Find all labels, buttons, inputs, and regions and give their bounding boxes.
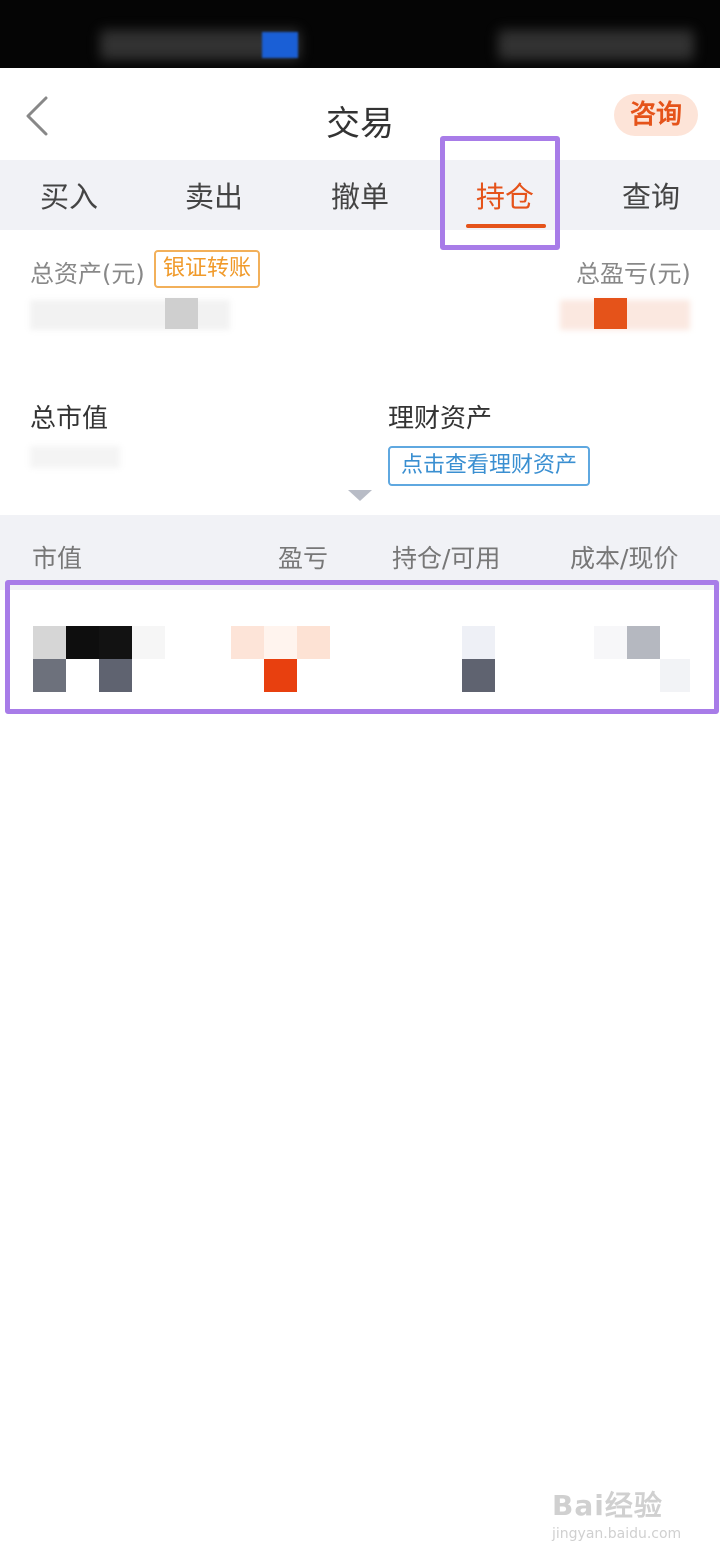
- market-value-obscured: [30, 446, 120, 468]
- total-pnl-value-pixel: [594, 298, 627, 329]
- row-pixel: [66, 626, 99, 659]
- row-pixel: [462, 626, 495, 659]
- row-pixel: [462, 659, 495, 692]
- column-market-value: 市值: [32, 544, 83, 573]
- row-pixel: [627, 626, 660, 659]
- expand-triangle-icon[interactable]: [348, 490, 372, 501]
- active-tab-indicator: [466, 224, 546, 228]
- total-assets-value-obscured: [30, 300, 230, 330]
- total-pnl-label: 总盈亏(元): [576, 260, 691, 288]
- tab-query[interactable]: 查询: [591, 174, 711, 216]
- positions-table-header: 市值 盈亏 持仓/可用 成本/现价: [0, 515, 720, 590]
- page-title: 交易: [326, 104, 394, 144]
- app-header: 交易 咨询: [0, 68, 720, 160]
- table-row[interactable]: [0, 590, 720, 708]
- row-pixel: [33, 626, 66, 659]
- market-value-label: 总市值: [30, 404, 109, 434]
- row-pixel: [264, 626, 297, 659]
- total-assets-value-pixel: [165, 298, 198, 329]
- tab-buy[interactable]: 买入: [9, 174, 129, 216]
- total-assets-label: 总资产(元): [30, 260, 145, 288]
- watermark-url: jingyan.baidu.com: [552, 1526, 682, 1542]
- watermark-logo: Bai经验: [552, 1489, 663, 1522]
- status-icons-right: [498, 30, 694, 60]
- bank-transfer-button[interactable]: 银证转账: [154, 250, 260, 288]
- row-pixel: [264, 659, 297, 692]
- tab-cancel[interactable]: 撤单: [300, 174, 420, 216]
- wealth-assets-label: 理财资产: [388, 404, 493, 434]
- column-cost-price: 成本/现价: [570, 544, 679, 573]
- row-pixel: [99, 659, 132, 692]
- trade-tabs: 买入 卖出 撤单 持仓 查询: [0, 160, 720, 230]
- watermark: Bai经验 jingyan.baidu.com: [552, 1484, 681, 1542]
- status-app-icon: [262, 32, 298, 58]
- tab-positions[interactable]: 持仓: [445, 174, 565, 216]
- consult-button[interactable]: 咨询: [614, 94, 698, 136]
- row-pixel: [33, 659, 66, 692]
- row-pixel: [99, 626, 132, 659]
- column-holdings-available: 持仓/可用: [392, 544, 501, 573]
- column-pnl: 盈亏: [278, 544, 329, 573]
- status-bar: [0, 0, 720, 68]
- row-pixel: [132, 626, 165, 659]
- tab-sell[interactable]: 卖出: [154, 174, 274, 216]
- row-pixel: [594, 626, 627, 659]
- row-pixel: [660, 659, 690, 692]
- row-pixel: [297, 626, 330, 659]
- view-wealth-assets-button[interactable]: 点击查看理财资产: [388, 446, 590, 486]
- row-pixel: [231, 626, 264, 659]
